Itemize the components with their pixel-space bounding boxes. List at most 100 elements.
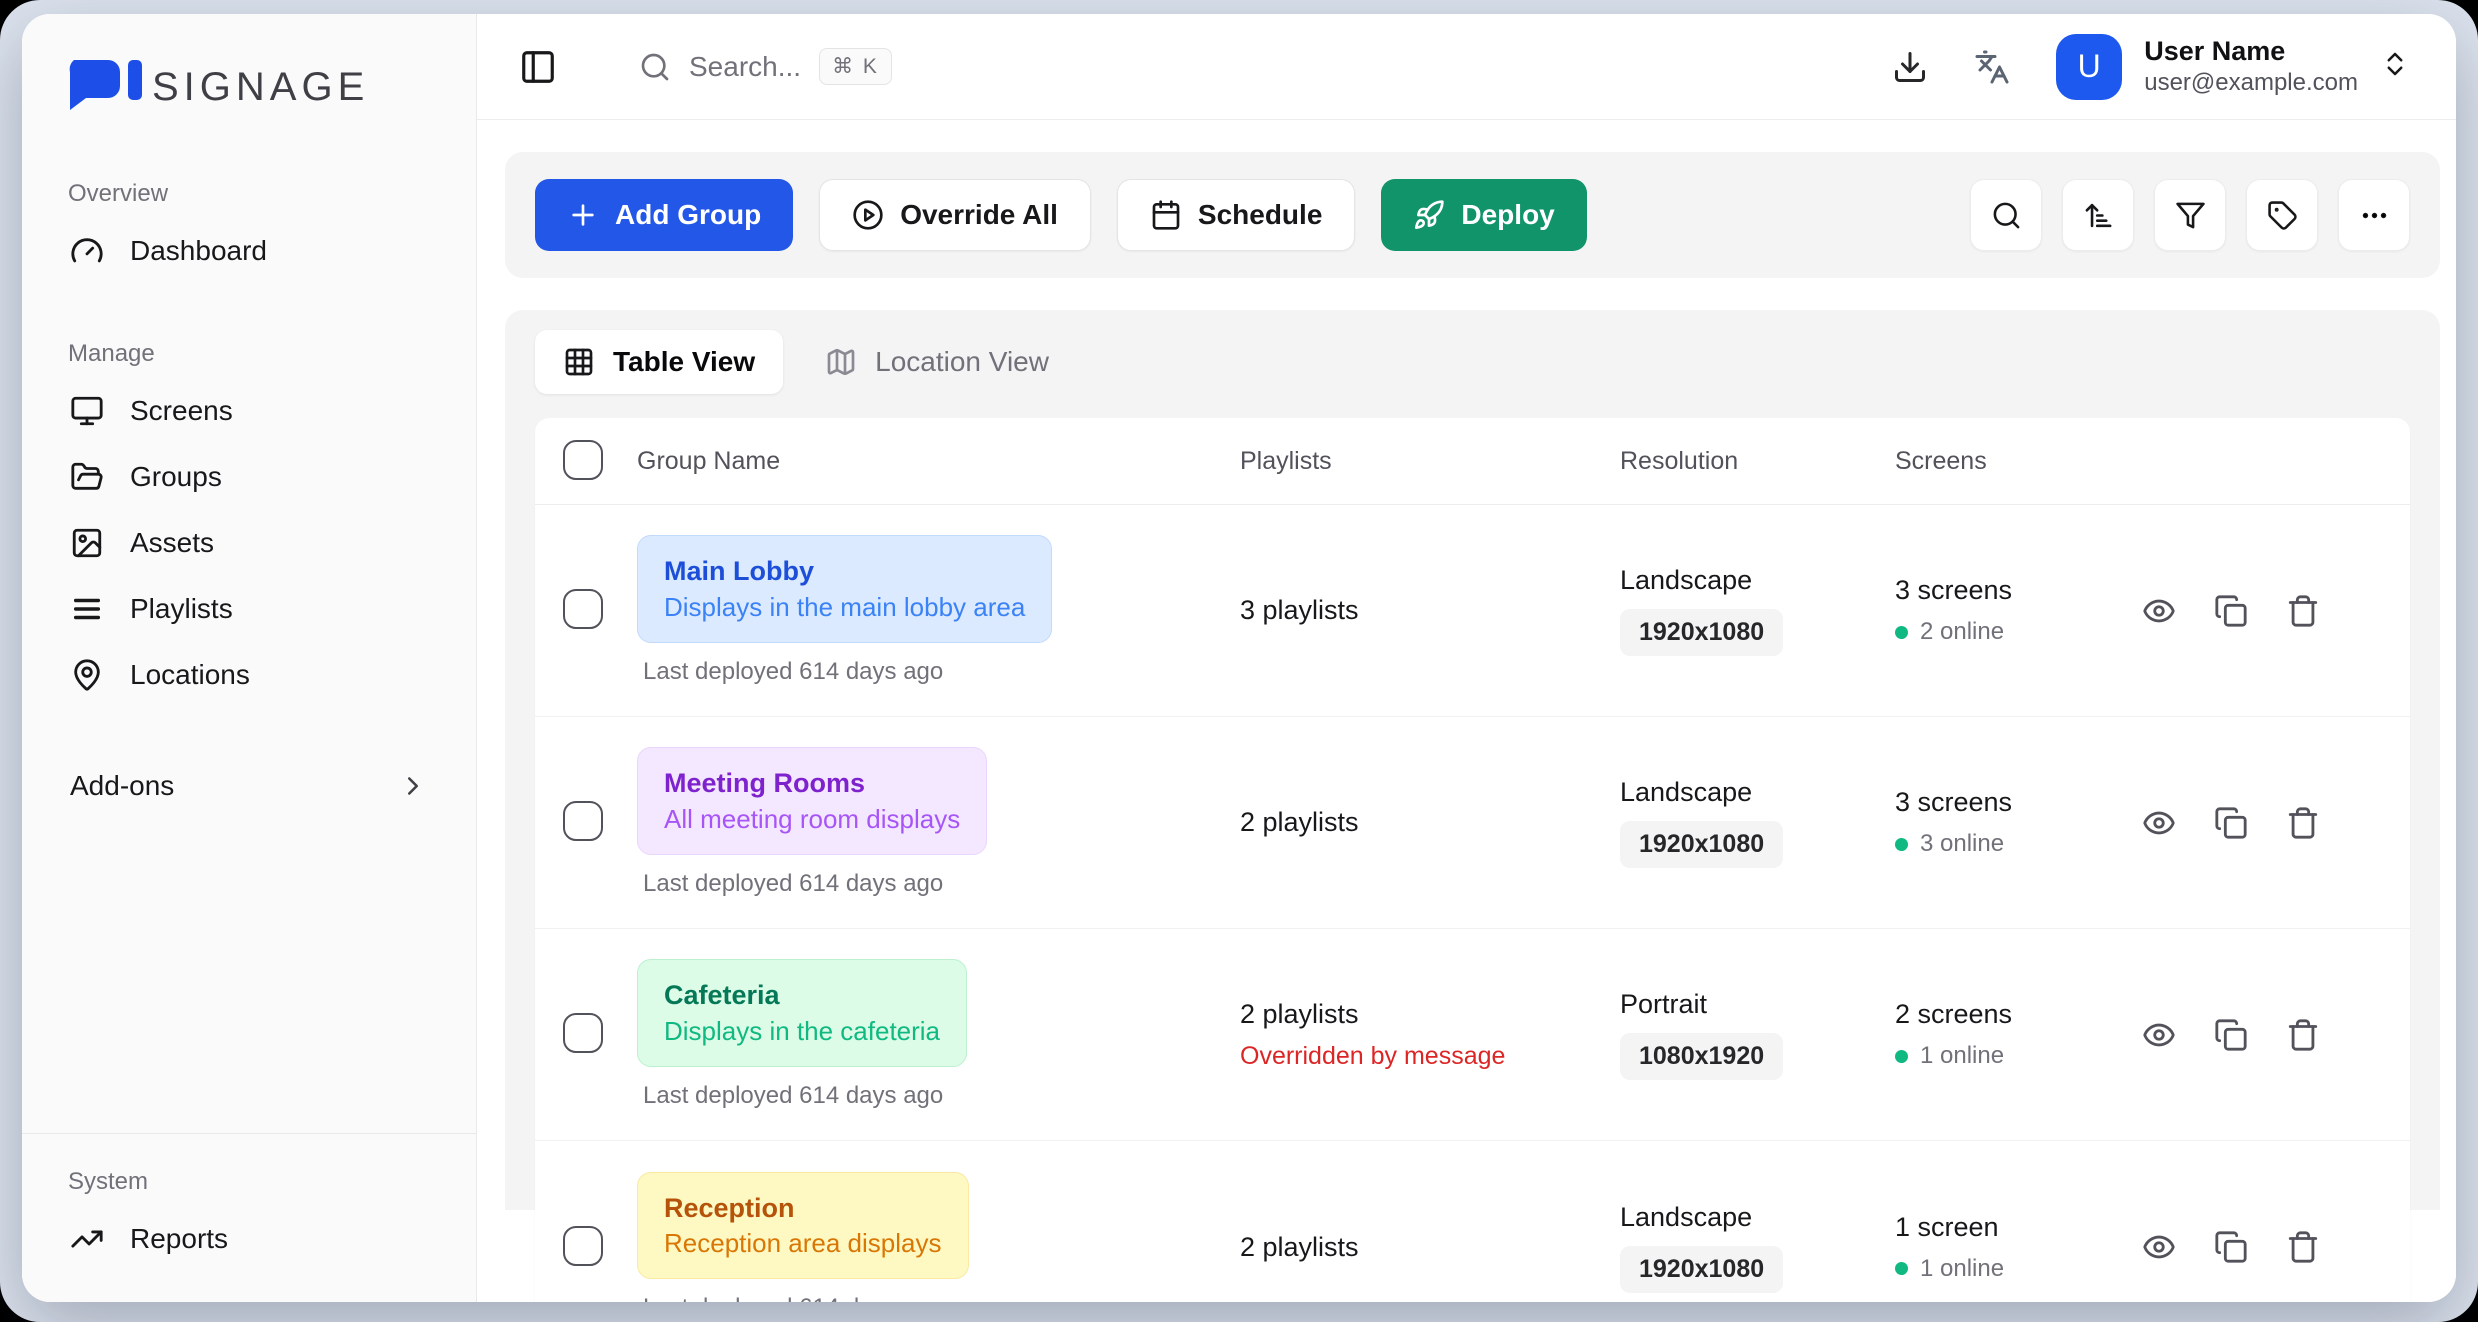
delete-group-button[interactable] <box>2286 806 2320 840</box>
row-checkbox[interactable] <box>563 1013 603 1053</box>
group-name-card[interactable]: Reception Reception area displays <box>637 1172 969 1280</box>
online-dot <box>1895 1050 1908 1063</box>
view-group-button[interactable] <box>2142 806 2176 840</box>
sidebar-item-locations[interactable]: Locations <box>62 642 436 708</box>
table-header-row: Group Name Playlists Resolution Screens <box>535 418 2410 505</box>
download-button[interactable] <box>1892 49 1928 85</box>
delete-group-button[interactable] <box>2286 1230 2320 1264</box>
resolution-badge: 1080x1920 <box>1620 1033 1783 1080</box>
sidebar-item-screens[interactable]: Screens <box>62 378 436 444</box>
tab-location-view[interactable]: Location View <box>797 330 1077 394</box>
tab-table-view[interactable]: Table View <box>535 330 783 394</box>
table-row: Main Lobby Displays in the main lobby ar… <box>535 505 2410 717</box>
sidebar-item-assets[interactable]: Assets <box>62 510 436 576</box>
delete-group-button[interactable] <box>2286 1018 2320 1052</box>
last-deployed-text: Last deployed 614 days ago <box>643 870 943 898</box>
select-all-checkbox[interactable] <box>563 440 603 480</box>
sidebar-item-groups[interactable]: Groups <box>62 444 436 510</box>
sidebar-toggle-button[interactable] <box>519 48 557 86</box>
group-name: Cafeteria <box>664 977 940 1013</box>
screens-count: 3 screens <box>1895 787 2130 818</box>
override-all-label: Override All <box>900 199 1058 231</box>
user-meta: User Name user@example.com <box>2144 35 2358 99</box>
duplicate-group-button[interactable] <box>2214 1018 2248 1052</box>
schedule-label: Schedule <box>1198 199 1322 231</box>
search-input[interactable]: Search... ⌘ K <box>639 48 892 85</box>
sidebar-item-reports[interactable]: Reports <box>62 1206 436 1272</box>
group-name-card[interactable]: Meeting Rooms All meeting room displays <box>637 747 987 855</box>
duplicate-group-button[interactable] <box>2214 594 2248 628</box>
view-group-button[interactable] <box>2142 594 2176 628</box>
group-description: Reception area displays <box>664 1226 942 1261</box>
delete-group-button[interactable] <box>2286 594 2320 628</box>
calendar-icon <box>1150 199 1182 231</box>
chevron-right-icon <box>398 771 428 801</box>
user-menu[interactable]: U User Name user@example.com <box>2056 34 2410 100</box>
screens-count: 3 screens <box>1895 575 2130 606</box>
playlists-count: 3 playlists <box>1240 595 1620 626</box>
avatar: U <box>2056 34 2122 100</box>
online-count: 1 online <box>1920 1255 2004 1283</box>
sort-ascending-icon <box>2083 200 2114 231</box>
app-window: SIGNAGE Overview Dashboard Manage Screen… <box>22 14 2456 1302</box>
row-checkbox[interactable] <box>563 589 603 629</box>
override-status: Overridden by message <box>1240 1042 1620 1071</box>
online-count: 1 online <box>1920 1042 2004 1070</box>
row-checkbox[interactable] <box>563 801 603 841</box>
sidebar-item-playlists[interactable]: Playlists <box>62 576 436 642</box>
add-group-label: Add Group <box>615 199 761 231</box>
group-name-card[interactable]: Main Lobby Displays in the main lobby ar… <box>637 535 1052 643</box>
sidebar-section-overview: Overview Dashboard <box>62 180 436 284</box>
deploy-label: Deploy <box>1461 199 1554 231</box>
filter-button[interactable] <box>2154 179 2226 251</box>
playlists-count: 2 playlists <box>1240 1232 1620 1263</box>
desktop-background: SIGNAGE Overview Dashboard Manage Screen… <box>0 0 2478 1322</box>
plus-icon <box>567 199 599 231</box>
sidebar-item-label: Screens <box>130 395 233 427</box>
orientation-text: Portrait <box>1620 989 1707 1020</box>
sidebar-item-dashboard[interactable]: Dashboard <box>62 218 436 284</box>
copy-icon <box>2214 594 2248 628</box>
toolbar-buttons: Add Group Override All Schedule Deploy <box>535 179 1587 251</box>
gauge-icon <box>70 234 104 268</box>
row-checkbox[interactable] <box>563 1226 603 1266</box>
table-icon <box>563 346 595 378</box>
add-group-button[interactable]: Add Group <box>535 179 793 251</box>
groups-table: Group Name Playlists Resolution Screens … <box>535 418 2410 1302</box>
view-group-button[interactable] <box>2142 1230 2176 1264</box>
map-icon <box>825 346 857 378</box>
schedule-button[interactable]: Schedule <box>1117 179 1355 251</box>
user-email: user@example.com <box>2144 68 2358 98</box>
duplicate-group-button[interactable] <box>2214 806 2248 840</box>
column-header-resolution: Resolution <box>1620 447 1895 476</box>
resolution-badge: 1920x1080 <box>1620 821 1783 868</box>
brand-logo[interactable]: SIGNAGE <box>62 58 436 116</box>
monitor-icon <box>70 394 104 428</box>
language-button[interactable] <box>1974 49 2010 85</box>
user-name: User Name <box>2144 35 2358 69</box>
image-icon <box>70 526 104 560</box>
sidebar-item-addons[interactable]: Add-ons <box>62 756 436 816</box>
sort-button[interactable] <box>2062 179 2134 251</box>
circle-play-icon <box>852 199 884 231</box>
duplicate-group-button[interactable] <box>2214 1230 2248 1264</box>
screens-count: 1 screen <box>1895 1212 2130 1243</box>
orientation-text: Landscape <box>1620 777 1752 808</box>
online-count: 2 online <box>1920 618 2004 646</box>
group-name-card[interactable]: Cafeteria Displays in the cafeteria <box>637 959 967 1067</box>
view-group-button[interactable] <box>2142 1018 2176 1052</box>
more-options-button[interactable] <box>2338 179 2410 251</box>
toolbar: Add Group Override All Schedule Deploy <box>505 152 2440 278</box>
sidebar-item-label: Assets <box>130 527 214 559</box>
online-dot <box>1895 1262 1908 1275</box>
table-search-button[interactable] <box>1970 179 2042 251</box>
column-header-group-name: Group Name <box>637 447 1240 476</box>
folder-open-icon <box>70 460 104 494</box>
override-all-button[interactable]: Override All <box>819 179 1091 251</box>
sidebar-item-label: Dashboard <box>130 235 267 267</box>
deploy-button[interactable]: Deploy <box>1381 179 1586 251</box>
online-dot <box>1895 626 1908 639</box>
tags-button[interactable] <box>2246 179 2318 251</box>
group-name: Meeting Rooms <box>664 765 960 801</box>
orientation-text: Landscape <box>1620 565 1752 596</box>
